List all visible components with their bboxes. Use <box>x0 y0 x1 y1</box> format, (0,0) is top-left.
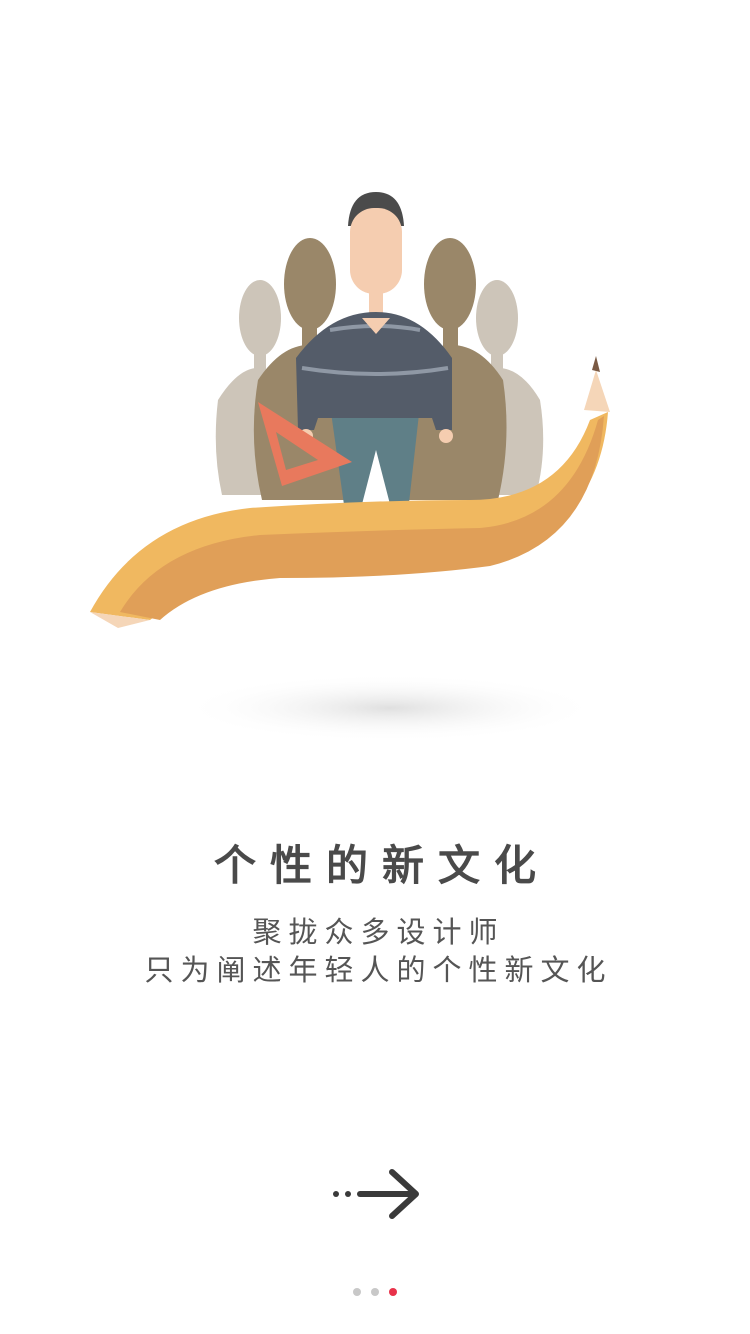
subtitle-line-2: 只为阐述年轻人的个性新文化 <box>144 953 613 987</box>
people-on-pencil-illustration <box>90 192 610 742</box>
page-indicator <box>0 1288 750 1300</box>
page-dot-2[interactable] <box>371 1288 379 1296</box>
dotted-arrow-right-icon <box>333 1169 419 1219</box>
page-dot-1[interactable] <box>353 1288 361 1296</box>
next-button[interactable] <box>322 1160 428 1228</box>
subtitle-line-1: 聚拢众多设计师 <box>252 915 505 949</box>
page-dot-3-active[interactable] <box>389 1288 397 1296</box>
page-title: 个性的新文化 <box>213 841 550 890</box>
floor-shadow <box>180 674 600 742</box>
